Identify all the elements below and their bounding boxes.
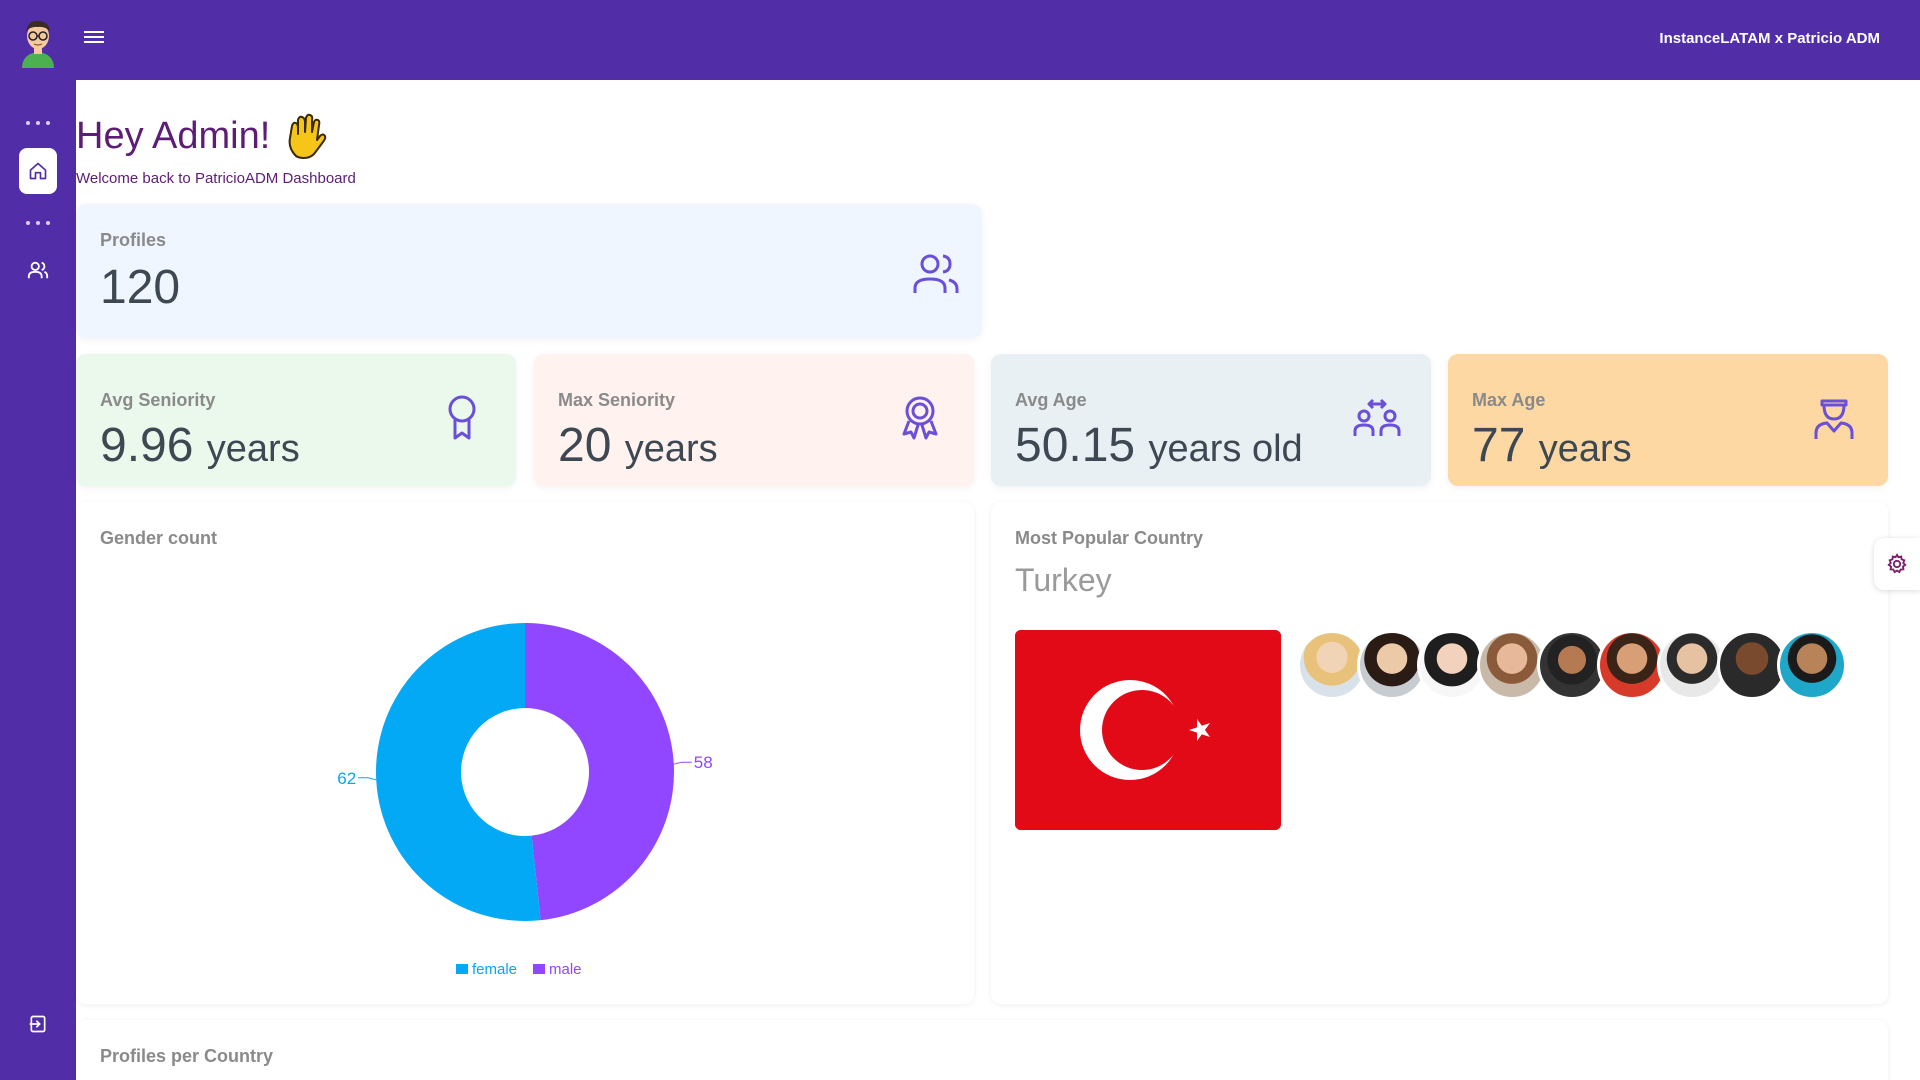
topbar-user-label: InstanceLATAM x Patricio ADM (1659, 30, 1880, 47)
max-age-card: Max Age 77 years (1448, 354, 1888, 486)
legend-swatch-female (456, 964, 468, 974)
award-badge-icon (896, 394, 944, 442)
data-label-male: 58 (694, 753, 713, 772)
legend-label-female: female (472, 961, 517, 978)
welcome-subtitle: Welcome back to PatricioADM Dashboard (76, 170, 356, 187)
data-label-leader-female (358, 777, 377, 781)
sidebar-section-dots (26, 120, 50, 126)
users-icon (27, 261, 49, 279)
gender-count-panel: Gender count 58 62 female male (76, 502, 974, 1004)
menu-toggle-button[interactable] (84, 28, 108, 48)
sidebar (0, 0, 76, 1080)
max-seniority-card: Max Seniority 20 years (534, 354, 974, 486)
avg-seniority-label: Avg Seniority (100, 390, 216, 410)
sidebar-item-users[interactable] (24, 256, 52, 284)
legend-label-male: male (549, 961, 582, 978)
profiles-card: Profiles 120 (76, 204, 982, 338)
popular-country-title: Most Popular Country (1015, 528, 1203, 548)
award-ribbon-icon (438, 394, 486, 442)
waving-hand-icon (288, 113, 327, 159)
sidebar-item-home[interactable] (19, 148, 57, 194)
pie-slice-female[interactable] (376, 623, 541, 921)
logout-icon (29, 1015, 46, 1033)
country-name: Turkey (1015, 562, 1112, 598)
greeting-text: Hey Admin! (76, 114, 271, 157)
pie-slice-male[interactable] (525, 623, 674, 921)
people-arrows-icon (1353, 394, 1401, 442)
settings-button[interactable] (1874, 538, 1920, 590)
profile-avatar-group (1297, 630, 1847, 700)
avg-age-value: 50.15 years old (1015, 419, 1303, 472)
max-age-value: 77 years (1472, 419, 1632, 472)
legend-swatch-male (533, 964, 545, 974)
avatar[interactable] (1777, 630, 1847, 700)
profiles-per-country-title: Profiles per Country (100, 1046, 274, 1066)
avg-age-label: Avg Age (1015, 390, 1087, 410)
user-icon (1810, 394, 1858, 442)
legend-item-male[interactable]: male (533, 961, 582, 978)
gender-donut-chart: 58 62 female male (337, 623, 713, 978)
topbar: InstanceLATAM x Patricio ADM (76, 0, 1920, 80)
max-age-label: Max Age (1472, 390, 1546, 410)
avatar (18, 16, 58, 68)
sidebar-section-dots (26, 220, 50, 226)
users-icon (912, 250, 960, 298)
turkey-flag-image (1015, 630, 1281, 830)
profiles-value: 120 (100, 261, 181, 314)
data-label-female: 62 (337, 769, 356, 788)
gear-icon (1887, 553, 1907, 574)
profiles-per-country-panel: Profiles per Country (76, 1020, 1888, 1080)
avg-seniority-value: 9.96 years (100, 419, 300, 472)
max-seniority-label: Max Seniority (558, 390, 676, 410)
profiles-label: Profiles (100, 230, 167, 250)
data-label-leader-male (673, 761, 692, 765)
avg-age-card: Avg Age 50.15 years old (991, 354, 1431, 486)
home-icon (29, 162, 47, 180)
page-title: Hey Admin! (76, 112, 328, 160)
popular-country-panel: Most Popular Country Turkey (991, 502, 1888, 1004)
avg-seniority-card: Avg Seniority 9.96 years (76, 354, 516, 486)
legend-item-female[interactable]: female (456, 961, 517, 978)
max-seniority-value: 20 years (558, 419, 718, 472)
sidebar-item-logout[interactable] (26, 1012, 50, 1036)
